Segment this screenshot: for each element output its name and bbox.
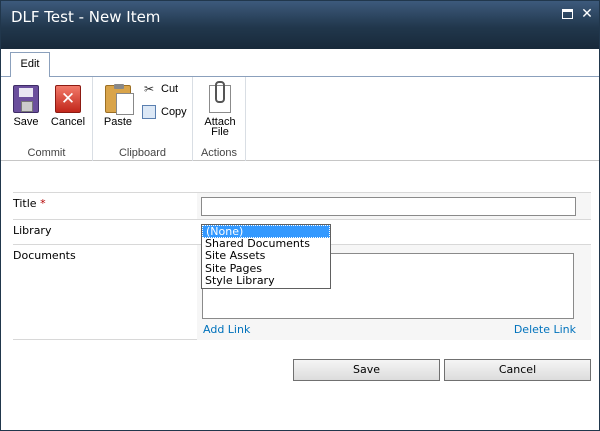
title-label: Title * — [13, 197, 46, 210]
save-label: Save — [13, 116, 39, 128]
title-label-text: Title — [13, 197, 37, 210]
delete-link[interactable]: Delete Link — [514, 323, 576, 336]
library-dropdown-list[interactable]: (None) Shared Documents Site Assets Site… — [201, 224, 331, 289]
library-option[interactable]: Site Pages — [202, 263, 330, 276]
scissors-icon: ✂ — [143, 82, 155, 97]
close-icon[interactable]: ✕ — [581, 6, 593, 20]
cancel-button-footer[interactable]: Cancel — [444, 359, 591, 381]
library-label: Library — [13, 224, 52, 237]
copy-label: Copy — [161, 106, 187, 118]
group-label-clipboard: Clipboard — [118, 147, 167, 159]
save-button[interactable]: Save — [4, 83, 48, 139]
clipboard-icon — [105, 84, 134, 115]
floppy-disk-icon — [13, 85, 39, 113]
cancel-label: Cancel — [50, 116, 86, 128]
documents-label: Documents — [13, 249, 76, 262]
ribbon: Save ✕ Cancel Commit Paste ✂ Cut Copy Cli… — [1, 76, 599, 161]
ribbon-group-commit: Save ✕ Cancel Commit — [1, 77, 93, 161]
cancel-button[interactable]: ✕ Cancel — [46, 83, 90, 139]
copy-button[interactable]: Copy — [142, 105, 187, 121]
cut-label: Cut — [161, 83, 179, 95]
cut-button[interactable]: ✂ Cut — [142, 82, 178, 98]
library-option[interactable]: Shared Documents — [202, 238, 330, 251]
required-marker: * — [40, 197, 46, 210]
paste-label: Paste — [103, 116, 133, 128]
title-input[interactable] — [201, 197, 576, 216]
attach-file-button[interactable]: Attach File — [197, 81, 243, 139]
dialog-title: DLF Test - New Item — [11, 8, 161, 26]
dialog-window: DLF Test - New Item ✕ Edit Save ✕ Cancel… — [0, 0, 600, 431]
save-button-footer[interactable]: Save — [293, 359, 440, 381]
red-x-icon: ✕ — [55, 85, 81, 113]
maximize-icon[interactable] — [562, 9, 573, 19]
paperclip-document-icon — [209, 81, 231, 113]
group-label-commit: Commit — [27, 147, 66, 159]
attach-label-line2: File — [211, 126, 229, 138]
group-label-actions: Actions — [200, 147, 238, 159]
add-link[interactable]: Add Link — [203, 323, 250, 336]
tab-edit[interactable]: Edit — [10, 52, 50, 77]
copy-icon — [142, 105, 156, 120]
ribbon-group-clipboard: Paste ✂ Cut Copy Clipboard — [93, 77, 193, 161]
library-option[interactable]: Site Assets — [202, 250, 330, 263]
library-option[interactable]: (None) — [202, 225, 330, 238]
title-value-cell — [197, 193, 591, 219]
paste-button[interactable]: Paste — [96, 83, 140, 139]
library-option[interactable]: Style Library — [202, 275, 330, 288]
title-bar: DLF Test - New Item ✕ — [1, 1, 599, 49]
ribbon-group-actions: Attach File Actions — [193, 77, 246, 161]
form-row-title: Title * — [13, 192, 591, 219]
